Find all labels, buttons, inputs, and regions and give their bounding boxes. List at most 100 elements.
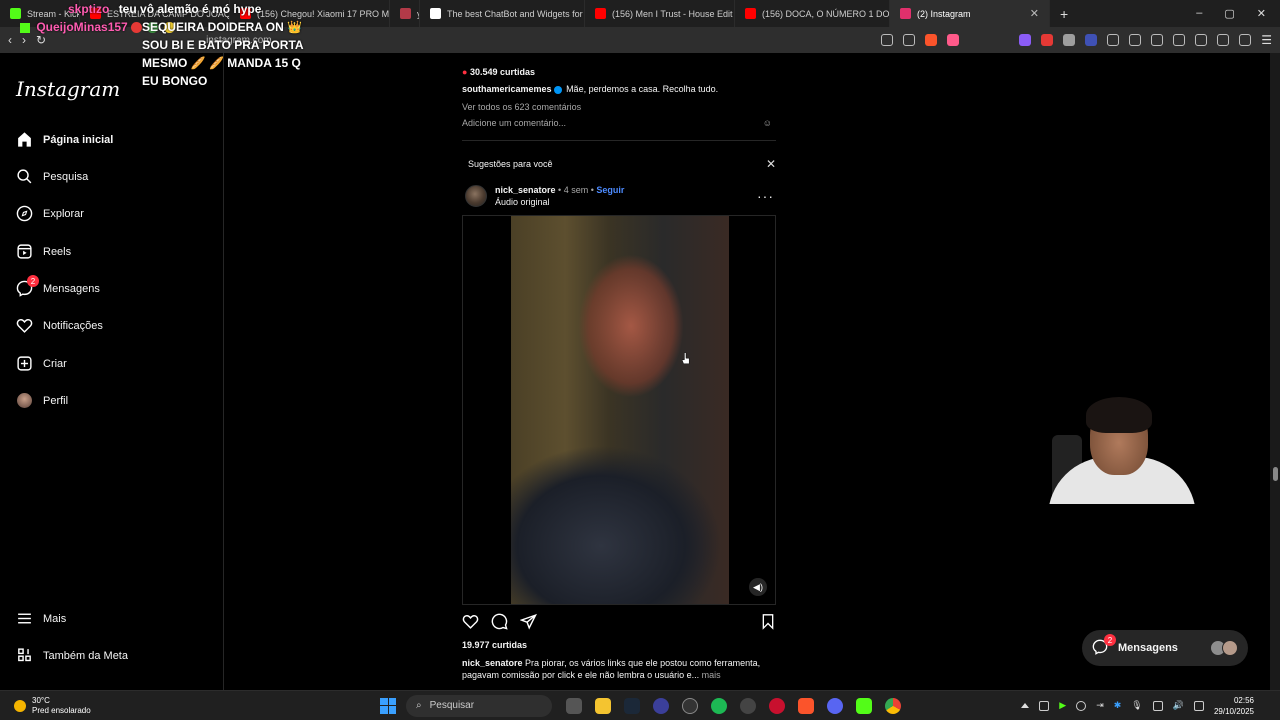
instagram-sidebar: Instagram Página inicial Pesquisa Explor… <box>0 53 224 690</box>
sidebar-item-label: Notificações <box>43 319 103 332</box>
sidebar-item-messages[interactable]: 2 Mensagens <box>16 275 100 297</box>
show-hidden-icons[interactable] <box>1021 703 1030 708</box>
windows-start-icon[interactable] <box>380 697 396 714</box>
steam-icon[interactable] <box>624 697 640 714</box>
sidebar-item-search[interactable]: Pesquisa <box>16 168 88 185</box>
post-caption: nick_senatore Pra piorar, os vários link… <box>462 657 776 681</box>
music-icon[interactable] <box>1151 34 1164 46</box>
tray-icon[interactable] <box>1076 700 1087 711</box>
close-tab-icon[interactable]: ✕ <box>1030 7 1039 20</box>
sidebar-item-explore[interactable]: Explorar <box>16 205 84 222</box>
taskbar-search[interactable]: ⌕ Pesquisar <box>406 694 552 717</box>
leo-icon[interactable] <box>1217 34 1230 46</box>
browser-tab[interactable]: ytb <box>390 0 420 27</box>
app-icon[interactable] <box>653 697 669 714</box>
weather-widget[interactable]: 30°C Pred ensolarado <box>0 696 380 716</box>
maximize-button[interactable]: ▢ <box>1224 7 1234 20</box>
hand-cursor-icon <box>682 352 690 365</box>
sidebar-item-more[interactable]: Mais <box>16 610 66 627</box>
post-username[interactable]: nick_senatore <box>495 185 556 195</box>
post-audio[interactable]: Áudio original <box>495 196 624 208</box>
share-icon[interactable] <box>903 34 916 46</box>
app-icon[interactable] <box>682 697 698 714</box>
brave-shield-icon[interactable] <box>925 34 938 46</box>
kick-icon[interactable] <box>856 697 872 714</box>
scrollbar[interactable] <box>1270 53 1280 690</box>
minimize-button[interactable]: – <box>1196 7 1202 20</box>
taskbar-apps <box>566 697 901 714</box>
post-video[interactable]: ◀) <box>462 215 776 605</box>
sidebar-item-profile[interactable]: Perfil <box>16 392 68 409</box>
follow-button[interactable]: Seguir <box>596 185 624 195</box>
opera-icon[interactable] <box>769 697 785 714</box>
extension-icon[interactable] <box>1019 34 1032 46</box>
verified-icon <box>553 85 562 94</box>
extension-icon[interactable] <box>1063 34 1076 46</box>
browser-tab[interactable]: (156) Men I Trust - House Edit Mix <box>585 0 735 27</box>
clock[interactable]: 02:56 29/10/2025 <box>1214 695 1254 717</box>
battery-icon[interactable] <box>1193 700 1204 711</box>
new-tab-button[interactable]: + <box>1050 6 1078 22</box>
discord-icon[interactable] <box>827 697 843 714</box>
scrollbar-thumb[interactable] <box>1273 467 1278 481</box>
puzzle-icon[interactable] <box>1107 34 1120 46</box>
browser-tab[interactable]: The best ChatBot and Widgets for <box>420 0 585 27</box>
separator-dot: • <box>558 185 562 195</box>
cast-icon[interactable] <box>881 34 894 46</box>
sidebar-item-notifications[interactable]: Notificações <box>16 317 103 334</box>
chat-message: teu vô alemão é mó hype <box>118 2 262 16</box>
likes-count[interactable]: 19.977 curtidas <box>462 640 527 650</box>
volume-icon[interactable]: 🔊 <box>1173 700 1184 711</box>
close-icon[interactable]: ✕ <box>766 157 776 171</box>
sun-icon <box>14 699 26 712</box>
caption-username[interactable]: nick_senatore <box>462 658 523 668</box>
sidebar-icon[interactable] <box>1173 34 1186 46</box>
extension-icon[interactable] <box>1041 34 1054 46</box>
browser-tab[interactable]: (156) DOCA, O NÚMERO 1 DO CV <box>735 0 890 27</box>
browser-tab[interactable]: (2) Instagram ✕ <box>890 0 1050 27</box>
add-comment-input[interactable]: Adicione um comentário... ☺ <box>462 118 774 128</box>
more-link[interactable]: mais <box>702 670 721 680</box>
bluetooth-icon[interactable]: ✱ <box>1114 700 1122 711</box>
app-icon[interactable] <box>740 697 756 714</box>
sidebar-item-reels[interactable]: Reels <box>16 243 71 260</box>
brave-icon[interactable] <box>798 697 814 714</box>
sidebar-item-home[interactable]: Página inicial <box>16 131 113 148</box>
red-dot-icon <box>131 22 143 34</box>
network-icon[interactable] <box>1152 700 1163 711</box>
messages-label: Mensagens <box>1118 642 1178 654</box>
emoji-icon[interactable]: ☺ <box>763 118 772 128</box>
sidebar-item-create[interactable]: Criar <box>16 355 67 372</box>
share-icon[interactable] <box>519 613 537 633</box>
spotify-icon[interactable] <box>711 697 727 714</box>
reels-icon <box>16 243 33 260</box>
tray-arrow-icon[interactable]: ⇥ <box>1096 700 1104 711</box>
microphone-icon[interactable]: 🎙 <box>1131 700 1142 711</box>
brave-rewards-icon[interactable] <box>947 34 960 46</box>
avatar[interactable] <box>465 185 487 207</box>
tray-play-icon[interactable]: ▶ <box>1059 700 1066 711</box>
volume-icon[interactable]: ◀) <box>749 578 767 596</box>
view-comments-link[interactable]: Ver todos os 623 comentários <box>462 102 581 112</box>
file-explorer-icon[interactable] <box>595 697 611 714</box>
more-options-icon[interactable]: ··· <box>757 188 776 204</box>
windows-taskbar: 30°C Pred ensolarado ⌕ Pesquisar ▶ ⇥ ✱ 🎙 … <box>0 690 1280 720</box>
close-button[interactable]: ✕ <box>1257 7 1266 20</box>
video-frame[interactable] <box>511 216 729 604</box>
caption-username[interactable]: southamericamemes <box>462 84 552 94</box>
messenger-icon: 2 <box>1092 634 1116 657</box>
messenger-icon: 2 <box>16 275 39 297</box>
extension-icon[interactable] <box>1085 34 1098 46</box>
wallet-icon[interactable] <box>1195 34 1208 46</box>
vpn-icon[interactable] <box>1239 34 1252 46</box>
tray-icon[interactable] <box>1039 700 1050 711</box>
task-view-icon[interactable] <box>566 697 582 714</box>
chrome-icon[interactable] <box>885 697 901 714</box>
screenshot-icon[interactable] <box>1129 34 1142 46</box>
like-icon[interactable] <box>462 613 479 633</box>
sidebar-item-meta[interactable]: Também da Meta <box>16 647 128 664</box>
comment-icon[interactable] <box>491 613 508 633</box>
messages-pill[interactable]: 2 Mensagens <box>1082 630 1248 666</box>
menu-icon[interactable]: ☰ <box>1261 33 1272 47</box>
bookmark-icon[interactable] <box>760 613 776 633</box>
